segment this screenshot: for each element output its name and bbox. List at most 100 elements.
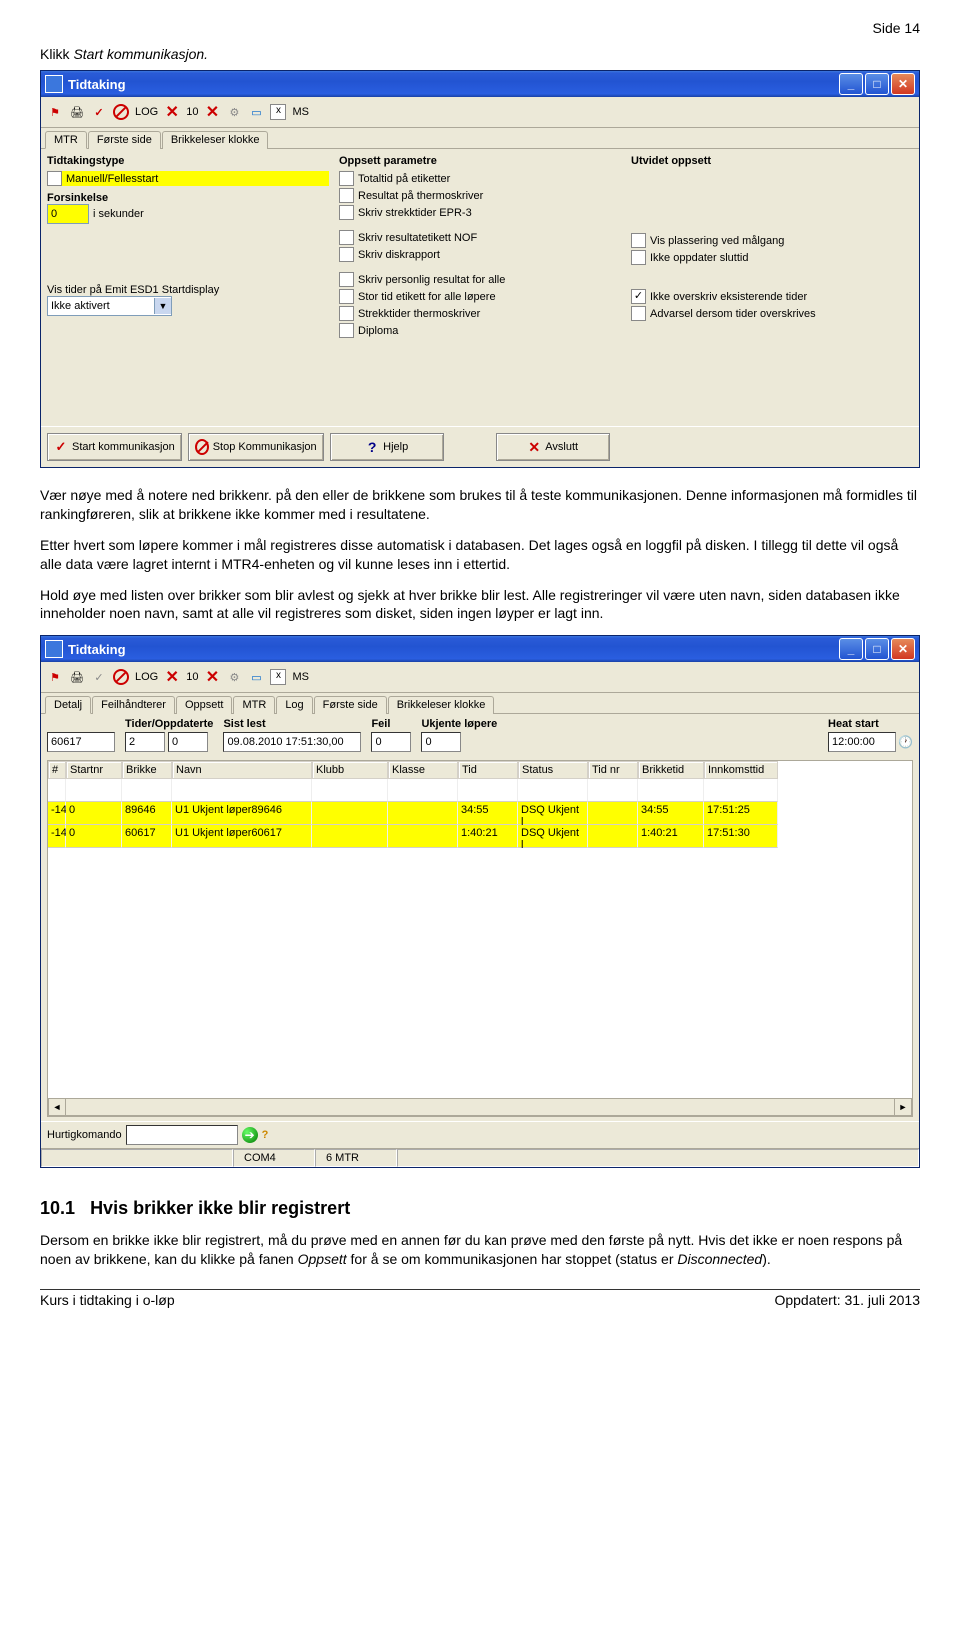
tab-brikkeleser[interactable]: Brikkeleser klokke (162, 131, 269, 149)
cb-diskrapport[interactable]: Skriv diskrapport (339, 247, 621, 262)
tab-log[interactable]: Log (276, 696, 312, 714)
checkbox-icon[interactable] (631, 233, 646, 248)
checkbox-icon[interactable]: ✓ (631, 289, 646, 304)
start-komm-button[interactable]: ✓ Start kommunikasjon (47, 433, 182, 461)
gear-icon[interactable]: ⚙ (226, 669, 242, 685)
horizontal-scrollbar[interactable]: ◄ ► (48, 1098, 912, 1116)
stop-komm-button[interactable]: Stop Kommunikasjon (188, 433, 324, 461)
checkbox-icon[interactable] (339, 188, 354, 203)
log-label[interactable]: LOG (135, 671, 158, 683)
col-brikketid[interactable]: Brikketid (638, 761, 704, 779)
maximize-button[interactable]: □ (865, 638, 889, 660)
first-stat-input[interactable]: 60617 (47, 732, 115, 752)
tider-input-1[interactable]: 2 (125, 732, 165, 752)
heat-input[interactable]: 12:00:00 (828, 732, 896, 752)
scroll-left-icon[interactable]: ◄ (48, 1098, 66, 1116)
ms-label[interactable]: MS (292, 671, 309, 683)
cb-resultat-thermo[interactable]: Resultat på thermoskriver (339, 188, 621, 203)
table-row-empty[interactable] (48, 779, 912, 802)
help-icon[interactable]: ? (262, 1129, 269, 1141)
tab-feilhandterer[interactable]: Feilhåndterer (92, 696, 175, 714)
tab-mtr[interactable]: MTR (45, 131, 87, 149)
cb-ikke-oppdater[interactable]: Ikke oppdater sluttid (631, 250, 913, 265)
tab-brikkeleser[interactable]: Brikkeleser klokke (388, 696, 495, 714)
print-icon[interactable]: 🖨 (69, 669, 85, 685)
scroll-right-icon[interactable]: ► (894, 1098, 912, 1116)
hurtig-input[interactable] (126, 1125, 238, 1145)
x-icon[interactable]: ✕ (164, 669, 180, 685)
checkbox-icon[interactable] (339, 247, 354, 262)
tab-forste-side[interactable]: Første side (88, 131, 161, 149)
checkbox-icon[interactable] (339, 289, 354, 304)
cb-personlig-resultat[interactable]: Skriv personlig resultat for alle (339, 272, 621, 287)
x-icon[interactable]: ✕ (164, 104, 180, 120)
minimize-button[interactable]: _ (839, 73, 863, 95)
cb-strekktider-thermo[interactable]: Strekktider thermoskriver (339, 306, 621, 321)
cb-stor-tid[interactable]: Stor tid etikett for alle løpere (339, 289, 621, 304)
table-row[interactable]: -14672 0 89646 U1 Ukjent løper89646 34:5… (48, 802, 912, 825)
tab-oppsett[interactable]: Oppsett (176, 696, 233, 714)
minimize-button[interactable]: _ (839, 638, 863, 660)
checkbox-icon[interactable] (339, 272, 354, 287)
cb-diploma[interactable]: Diploma (339, 323, 621, 338)
flag-icon[interactable]: ⚑ (47, 104, 63, 120)
ms-label[interactable]: MS (292, 106, 309, 118)
col-klasse[interactable]: Klasse (388, 761, 458, 779)
x-icon-2[interactable]: ✕ (204, 669, 220, 685)
gear-icon[interactable]: ⚙ (226, 104, 242, 120)
feil-input[interactable]: 0 (371, 732, 411, 752)
tab-detalj[interactable]: Detalj (45, 696, 91, 714)
cb-totaltid[interactable]: Totaltid på etiketter (339, 171, 621, 186)
col-hash[interactable]: # (48, 761, 66, 779)
log-label[interactable]: LOG (135, 106, 158, 118)
maximize-button[interactable]: □ (865, 73, 889, 95)
checkbox-icon[interactable] (339, 306, 354, 321)
col-startnr[interactable]: Startnr (66, 761, 122, 779)
checkbox-icon[interactable] (339, 171, 354, 186)
card-icon[interactable]: ▭ (248, 104, 264, 120)
forsinkelse-input[interactable]: 0 (47, 204, 89, 224)
x-box-icon[interactable]: x (270, 104, 286, 120)
help-button[interactable]: ? Hjelp (330, 433, 444, 461)
tider-input-2[interactable]: 0 (168, 732, 208, 752)
checkbox-icon[interactable] (339, 230, 354, 245)
col-status[interactable]: Status (518, 761, 588, 779)
checkbox-icon[interactable] (631, 306, 646, 321)
close-button[interactable]: ✕ (891, 73, 915, 95)
cb-strekktider-epr[interactable]: Skriv strekktider EPR-3 (339, 205, 621, 220)
check-icon[interactable]: ✓ (91, 104, 107, 120)
col-tid[interactable]: Tid (458, 761, 518, 779)
chevron-down-icon[interactable]: ▼ (154, 298, 171, 314)
x-box-icon[interactable]: x (270, 669, 286, 685)
clock-icon[interactable]: 🕐 (898, 735, 913, 749)
col-tidnr[interactable]: Tid nr (588, 761, 638, 779)
checkbox-icon[interactable] (47, 171, 62, 186)
tab-mtr[interactable]: MTR (233, 696, 275, 714)
col-brikke[interactable]: Brikke (122, 761, 172, 779)
col-navn[interactable]: Navn (172, 761, 312, 779)
sist-lest-input[interactable]: 09.08.2010 17:51:30,00 (223, 732, 361, 752)
print-icon[interactable]: 🖨 (69, 104, 85, 120)
flag-icon[interactable]: ⚑ (47, 669, 63, 685)
go-icon[interactable]: ➔ (242, 1127, 258, 1143)
stop-icon[interactable] (113, 104, 129, 120)
quit-button[interactable]: ✕ Avslutt (496, 433, 610, 461)
checkbox-icon[interactable] (339, 205, 354, 220)
tab-forste-side[interactable]: Første side (314, 696, 387, 714)
card-icon[interactable]: ▭ (248, 669, 264, 685)
checkbox-icon[interactable] (631, 250, 646, 265)
x-icon-2[interactable]: ✕ (204, 104, 220, 120)
cb-ikke-overskriv[interactable]: ✓Ikke overskriv eksisterende tider (631, 289, 913, 304)
esd-dropdown[interactable]: Ikke aktivert ▼ (47, 296, 172, 316)
cb-resultatetikett-nof[interactable]: Skriv resultatetikett NOF (339, 230, 621, 245)
table-row[interactable]: -14672 0 60617 U1 Ukjent løper60617 1:40… (48, 825, 912, 848)
close-button[interactable]: ✕ (891, 638, 915, 660)
cb-vis-plassering[interactable]: Vis plassering ved målgang (631, 233, 913, 248)
cb-manuell[interactable]: Manuell/Fellesstart (47, 171, 329, 186)
col-klubb[interactable]: Klubb (312, 761, 388, 779)
checkbox-icon[interactable] (339, 323, 354, 338)
scroll-track[interactable] (66, 1098, 894, 1116)
cb-advarsel[interactable]: Advarsel dersom tider overskrives (631, 306, 913, 321)
stop-icon[interactable] (113, 669, 129, 685)
col-innkomst[interactable]: Innkomsttid (704, 761, 778, 779)
